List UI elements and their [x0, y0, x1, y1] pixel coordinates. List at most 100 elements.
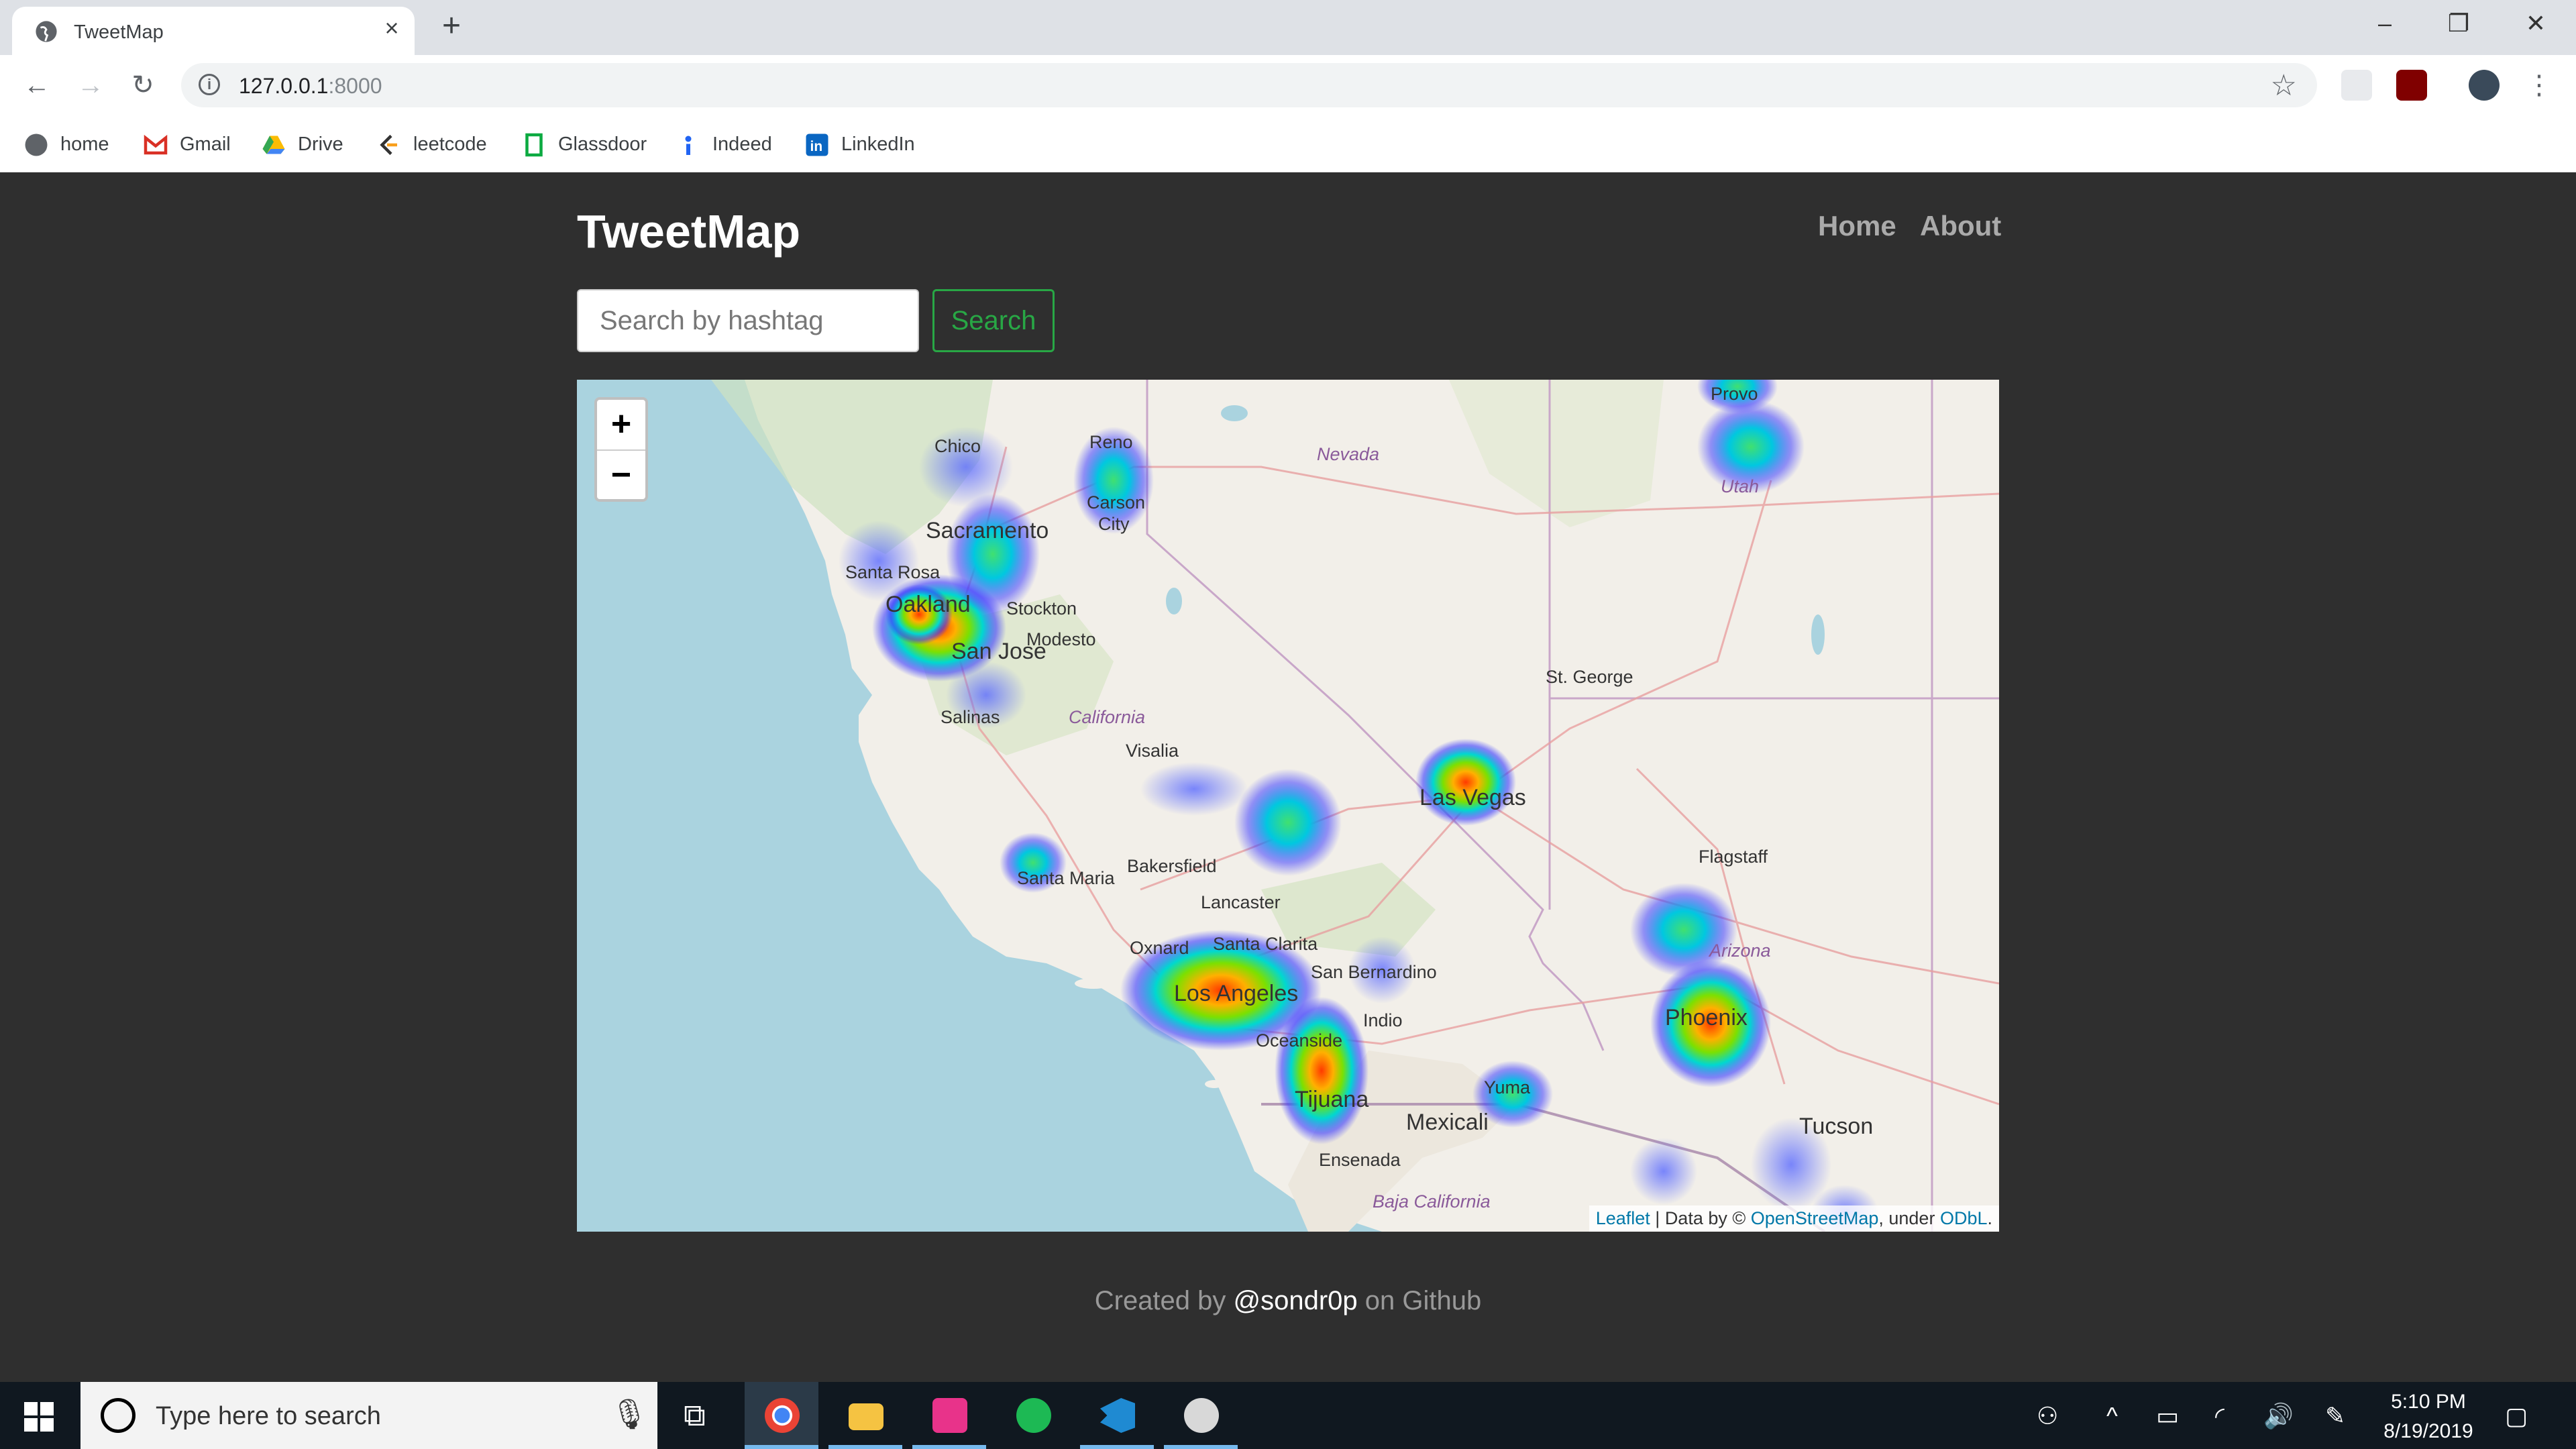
page-footer: Created by @sondr0p on Github — [1094, 1286, 1482, 1316]
taskbar-search-placeholder: Type here to search — [156, 1402, 381, 1430]
ublock-icon[interactable] — [2396, 70, 2427, 101]
vscode-icon[interactable] — [1080, 1382, 1154, 1449]
nav-about-link[interactable]: About — [1920, 210, 2001, 242]
search-button[interactable]: Search — [932, 289, 1055, 352]
tweet-heatmap[interactable]: Chico Reno Carson City Nevada Provo Utah… — [577, 380, 1999, 1232]
map-label-california: California — [1069, 707, 1146, 727]
map-label-oxnard: Oxnard — [1130, 938, 1189, 958]
microphone-icon[interactable]: 🎙 — [610, 1397, 648, 1432]
people-icon[interactable]: ⚇ — [2037, 1402, 2058, 1430]
file-explorer-icon[interactable] — [828, 1382, 902, 1449]
bookmark-drive[interactable]: Drive — [262, 129, 343, 160]
zoom-out-button[interactable]: − — [597, 451, 645, 500]
browser-toolbar: ← → ↻ i 127.0.0.1:8000 ☆ ⋮ — [0, 55, 2576, 117]
cortana-icon — [101, 1398, 136, 1433]
map-label-san-bernardino: San Bernardino — [1311, 962, 1437, 982]
glassdoor-icon — [525, 133, 543, 157]
github-handle-link[interactable]: @sondr0p — [1234, 1286, 1358, 1316]
map-label-chico: Chico — [934, 436, 981, 456]
map-label-utah: Utah — [1721, 476, 1760, 496]
reload-icon[interactable]: ↻ — [126, 68, 160, 102]
system-clock[interactable]: 5:10 PM 8/19/2019 — [2375, 1387, 2482, 1446]
map-label-santa-rosa: Santa Rosa — [845, 562, 941, 582]
menu-kebab-icon[interactable]: ⋮ — [2522, 68, 2556, 102]
bookmark-gmail[interactable]: Gmail — [144, 129, 231, 160]
bookmark-leetcode[interactable]: leetcode — [377, 129, 487, 160]
map-label-oceanside: Oceanside — [1256, 1030, 1343, 1051]
taskbar-search-box[interactable]: Type here to search 🎙 — [80, 1382, 657, 1449]
map-label-yuma: Yuma — [1484, 1077, 1531, 1097]
map-label-flagstaff: Flagstaff — [1699, 847, 1768, 867]
map-label-oakland: Oakland — [885, 592, 971, 617]
map-label-tucson: Tucson — [1799, 1114, 1874, 1139]
map-label-baja-california: Baja California — [1373, 1191, 1491, 1212]
globe-icon — [36, 21, 57, 42]
chrome-taskbar-icon[interactable] — [745, 1382, 818, 1449]
map-label-indio: Indio — [1363, 1010, 1403, 1030]
new-tab-button[interactable]: + — [435, 9, 468, 43]
map-label-las-vegas: Las Vegas — [1419, 785, 1526, 810]
map-label-mexicali: Mexicali — [1406, 1110, 1489, 1135]
task-view-icon[interactable]: ⧉ — [661, 1382, 735, 1449]
terminal-icon[interactable] — [912, 1382, 986, 1449]
map-label-bakersfield: Bakersfield — [1127, 856, 1217, 876]
pen-icon[interactable]: ✎ — [2325, 1402, 2345, 1430]
map-label-city: City — [1098, 514, 1130, 534]
page-content: TweetMap Home About Search by hashtag Se… — [0, 172, 2576, 1382]
info-icon[interactable]: i — [199, 74, 220, 95]
map-label-visalia: Visalia — [1126, 741, 1179, 761]
map-label-santa-clarita: Santa Clarita — [1213, 934, 1318, 954]
odbl-link[interactable]: ODbL — [1940, 1208, 1988, 1228]
bookmark-star-icon[interactable]: ☆ — [2271, 68, 2297, 103]
hashtag-search-input[interactable] — [577, 289, 919, 352]
map-label-reno: Reno — [1089, 432, 1133, 452]
extension-icon[interactable] — [2341, 70, 2372, 101]
profile-avatar[interactable] — [2469, 70, 2500, 101]
bookmark-home[interactable]: home — [24, 129, 109, 160]
zoom-control: + − — [594, 397, 648, 502]
tab-title: TweetMap — [74, 21, 164, 43]
browser-tab[interactable]: TweetMap × — [12, 7, 415, 55]
bookmark-linkedin[interactable]: in LinkedIn — [805, 129, 915, 160]
map-label-stockton: Stockton — [1006, 598, 1077, 619]
zoom-in-button[interactable]: + — [597, 400, 645, 451]
map-label-carson: Carson — [1087, 492, 1146, 513]
map-label-provo: Provo — [1711, 384, 1758, 404]
close-window-icon[interactable]: ✕ — [2512, 7, 2559, 40]
map-label-tijuana: Tijuana — [1295, 1087, 1369, 1112]
map-label-st-george: St. George — [1546, 667, 1633, 687]
volume-icon[interactable]: 🔊 — [2263, 1402, 2294, 1430]
map-label-sacramento: Sacramento — [926, 518, 1049, 543]
map-label-nevada: Nevada — [1317, 444, 1380, 464]
linkedin-icon: in — [806, 133, 828, 156]
nav-home-link[interactable]: Home — [1818, 210, 1896, 242]
bookmark-indeed[interactable]: Indeed — [676, 129, 772, 160]
close-tab-icon[interactable]: × — [380, 16, 404, 40]
battery-icon[interactable]: ▭ — [2156, 1402, 2179, 1430]
map-label-salinas: Salinas — [941, 707, 1000, 727]
minimize-icon[interactable]: – — [2361, 7, 2408, 40]
brand-title[interactable]: TweetMap — [577, 205, 800, 258]
bookmark-glassdoor[interactable]: Glassdoor — [522, 129, 647, 160]
spotify-icon[interactable] — [996, 1382, 1070, 1449]
forward-arrow-icon[interactable]: → — [74, 68, 107, 102]
openstreetmap-link[interactable]: OpenStreetMap — [1751, 1208, 1879, 1228]
chevron-up-icon[interactable]: ^ — [2106, 1402, 2118, 1430]
windows-start-icon[interactable] — [24, 1402, 54, 1432]
wifi-icon[interactable]: ◜ — [2215, 1402, 2224, 1430]
leetcode-icon — [380, 135, 397, 156]
svg-text:in: in — [810, 139, 823, 154]
paint-icon[interactable] — [1164, 1382, 1238, 1449]
globe-icon — [25, 133, 48, 156]
map-attribution: Leaflet | Data by © OpenStreetMap, under… — [1589, 1205, 1999, 1232]
windows-taskbar: Type here to search 🎙 ⧉ ⚇ ^ ▭ ◜ 🔊 ✎ 5:10… — [0, 1382, 2576, 1449]
browser-tab-bar: TweetMap × + – ❐ ✕ — [0, 0, 2576, 55]
map-label-phoenix: Phoenix — [1665, 1005, 1748, 1030]
leaflet-link[interactable]: Leaflet — [1596, 1208, 1650, 1228]
notification-icon[interactable]: ▢ — [2505, 1402, 2528, 1430]
indeed-icon — [685, 136, 692, 156]
address-bar[interactable]: i 127.0.0.1:8000 ☆ — [181, 63, 2317, 107]
restore-icon[interactable]: ❐ — [2435, 7, 2482, 40]
back-arrow-icon[interactable]: ← — [20, 68, 54, 102]
map-label-los-angeles: Los Angeles — [1174, 981, 1299, 1006]
